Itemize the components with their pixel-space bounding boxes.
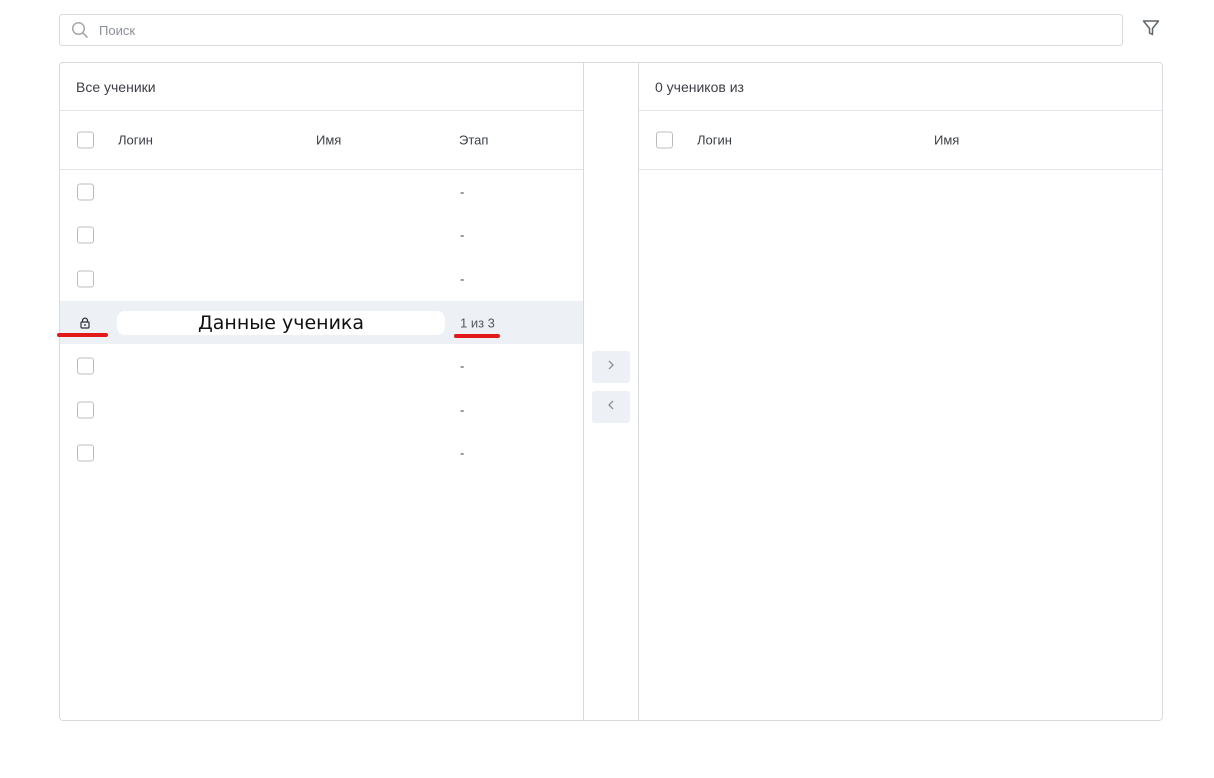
search-icon — [70, 20, 90, 40]
column-login: Логин — [697, 132, 732, 148]
row-stage: - — [460, 445, 465, 461]
select-all-checkbox[interactable] — [77, 131, 94, 149]
chevron-left-icon — [606, 398, 616, 416]
table-row[interactable]: - — [60, 344, 583, 388]
all-students-panel: Все ученики Логин Имя Этап - - - Данные … — [59, 62, 584, 721]
row-stage: - — [460, 271, 465, 287]
annotation-underline — [454, 334, 500, 338]
table-row[interactable]: - — [60, 214, 583, 258]
move-right-button[interactable] — [592, 351, 630, 383]
row-stage: - — [460, 227, 465, 243]
table-header: Логин Имя — [639, 111, 1162, 170]
row-stage: - — [460, 358, 465, 374]
chevron-right-icon — [606, 358, 616, 376]
filter-icon — [1141, 18, 1161, 43]
row-checkbox[interactable] — [77, 270, 94, 288]
table-row[interactable]: - — [60, 388, 583, 432]
table-row[interactable]: - — [60, 170, 583, 214]
filter-button[interactable] — [1139, 18, 1163, 42]
column-stage: Этап — [459, 132, 489, 148]
column-login: Логин — [118, 132, 153, 148]
table-row-locked[interactable]: Данные ученика 1 из 3 — [60, 300, 583, 345]
row-checkbox[interactable] — [77, 226, 94, 244]
row-checkbox[interactable] — [77, 401, 94, 419]
lock-icon — [78, 316, 92, 330]
panel-title: 0 учеников из — [639, 63, 1162, 111]
search-bar[interactable] — [59, 14, 1123, 46]
move-left-button[interactable] — [592, 391, 630, 423]
selected-students-panel: 0 учеников из Логин Имя — [638, 62, 1163, 721]
row-stage: - — [460, 402, 465, 418]
table-header: Логин Имя Этап — [60, 111, 583, 170]
transfer-panel — [583, 62, 639, 721]
row-stage: - — [460, 184, 465, 200]
row-checkbox[interactable] — [77, 357, 94, 375]
panel-title: Все ученики — [60, 63, 583, 111]
column-name: Имя — [934, 132, 960, 148]
table-row[interactable]: - — [60, 257, 583, 301]
table-row[interactable]: - — [60, 432, 583, 476]
student-data-label: Данные ученика — [117, 310, 445, 335]
row-checkbox[interactable] — [77, 444, 94, 462]
select-all-checkbox[interactable] — [656, 131, 673, 149]
annotation-underline — [57, 333, 108, 337]
row-stage: 1 из 3 — [460, 315, 495, 331]
row-checkbox[interactable] — [77, 183, 94, 201]
search-input[interactable] — [99, 22, 999, 38]
column-name: Имя — [316, 132, 342, 148]
